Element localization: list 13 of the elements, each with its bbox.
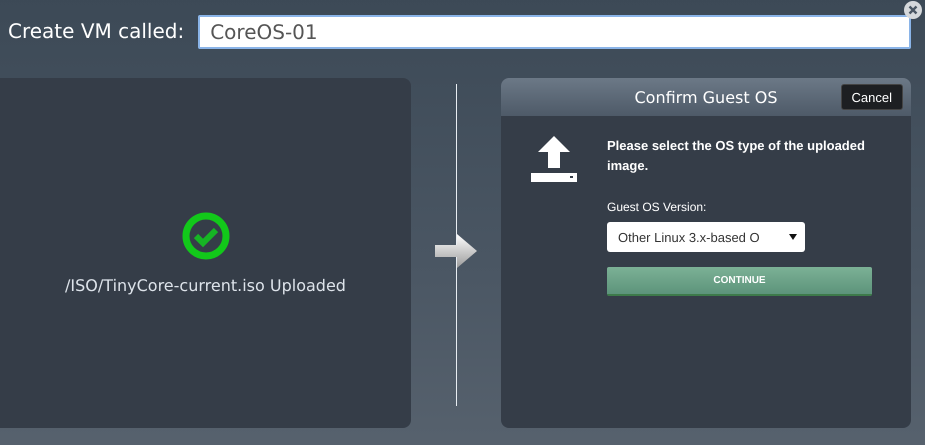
upload-status: /ISO/TinyCore-current.iso Uploaded [65, 276, 346, 294]
vm-name-label: Create VM called: [8, 19, 184, 43]
check-circle-icon [182, 212, 230, 260]
instruction-text: Please select the OS type of the uploaded image. [607, 137, 866, 175]
close-icon[interactable] [903, 0, 923, 20]
dialog-title: Confirm Guest OS [634, 88, 778, 106]
os-version-label: Guest OS Version: [607, 200, 708, 214]
vm-name-field[interactable]: CoreOS-01 [198, 15, 911, 49]
cancel-button[interactable]: Cancel [840, 84, 903, 110]
arrow-right-icon [435, 234, 477, 268]
upload-icon [531, 136, 577, 182]
os-version-dropdown[interactable]: Other Linux 3.x-based O [607, 222, 805, 252]
dropdown-caret-icon [789, 234, 797, 240]
